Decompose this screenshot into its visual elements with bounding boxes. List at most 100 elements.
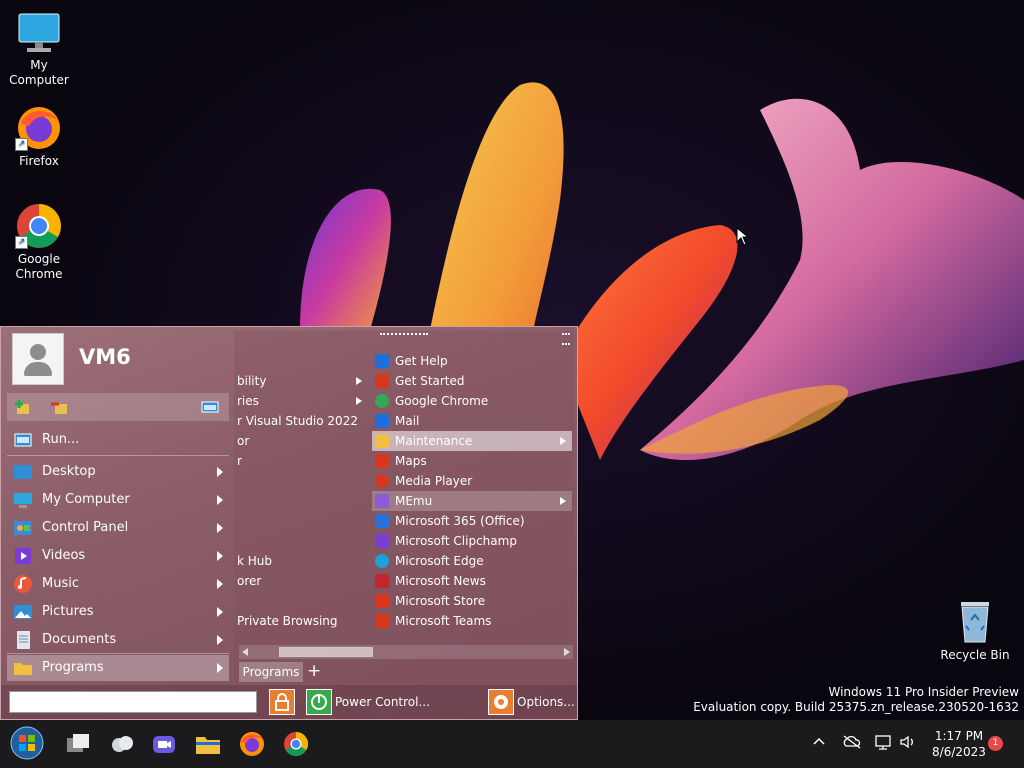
program-item-mail[interactable]: Mail bbox=[375, 411, 573, 431]
cloud-offline-icon[interactable] bbox=[842, 734, 862, 753]
program-item-maintenance[interactable]: Maintenance bbox=[372, 431, 572, 451]
program-item[interactable]: Private Browsing bbox=[234, 611, 362, 631]
avatar[interactable] bbox=[12, 333, 64, 385]
add-tab-icon[interactable]: + bbox=[307, 661, 321, 681]
menu-item-documents[interactable]: Documents bbox=[7, 627, 229, 653]
menu-item-pictures[interactable]: Pictures bbox=[7, 599, 229, 625]
folder-icon bbox=[13, 658, 33, 678]
remove-item-icon[interactable] bbox=[51, 398, 69, 416]
program-item[interactable]: r Visual Studio 2022 bbox=[234, 411, 362, 431]
horizontal-scrollbar[interactable] bbox=[239, 645, 573, 659]
network-icon[interactable] bbox=[874, 734, 892, 753]
scroll-left-icon[interactable] bbox=[242, 648, 248, 656]
videos-icon bbox=[13, 546, 33, 566]
submenu-arrow-icon bbox=[217, 495, 223, 505]
menu-item-music[interactable]: Music bbox=[7, 571, 229, 597]
weather-icon[interactable] bbox=[108, 730, 136, 758]
media-player-icon bbox=[375, 474, 389, 488]
submenu-arrow-icon bbox=[356, 397, 362, 405]
program-item-news[interactable]: Microsoft News bbox=[375, 571, 573, 591]
program-item-google-chrome[interactable]: Google Chrome bbox=[375, 391, 573, 411]
menu-item-programs[interactable]: Programs bbox=[7, 655, 229, 681]
scroll-right-icon[interactable] bbox=[564, 648, 570, 656]
desktop-icon-label: Firefox bbox=[19, 154, 59, 168]
file-explorer-icon[interactable] bbox=[194, 730, 222, 758]
watermark-line1: Windows 11 Pro Insider Preview bbox=[828, 685, 1019, 699]
music-icon bbox=[13, 574, 33, 594]
power-control-label[interactable]: Power Control... bbox=[335, 695, 430, 709]
task-view-icon[interactable] bbox=[64, 730, 92, 758]
submenu-arrow-icon bbox=[560, 497, 566, 505]
program-item[interactable]: k Hub bbox=[234, 551, 362, 571]
chrome-icon bbox=[375, 394, 389, 408]
submenu-arrow-icon bbox=[217, 663, 223, 673]
firefox-icon[interactable] bbox=[238, 730, 266, 758]
program-item-edge[interactable]: Microsoft Edge bbox=[375, 551, 573, 571]
menu-toolbar bbox=[7, 393, 229, 421]
notification-badge[interactable]: 1 bbox=[988, 736, 1003, 751]
menu-item-desktop[interactable]: Desktop bbox=[7, 459, 229, 485]
menu-divider bbox=[7, 653, 229, 654]
show-hidden-icons-chevron-icon[interactable] bbox=[812, 734, 826, 751]
desktop-icon bbox=[13, 462, 33, 482]
meet-icon[interactable] bbox=[150, 730, 178, 758]
desktop-icon-label: Google Chrome bbox=[15, 252, 63, 281]
program-item-teams[interactable]: Microsoft Teams bbox=[375, 611, 573, 631]
menu-divider bbox=[7, 455, 229, 456]
drag-grip[interactable] bbox=[380, 333, 428, 337]
desktop-icon-label: My Computer bbox=[9, 58, 69, 87]
program-item-microsoft-365[interactable]: Microsoft 365 (Office) bbox=[375, 511, 573, 531]
mouse-cursor-icon bbox=[736, 227, 750, 246]
user-name: VM6 bbox=[79, 345, 131, 369]
desktop-icon-firefox[interactable]: ↗ Firefox bbox=[0, 104, 78, 169]
resize-grip[interactable] bbox=[562, 333, 570, 345]
menu-bottom-bar: Power Control... Options... bbox=[1, 685, 577, 719]
scrollbar-thumb[interactable] bbox=[279, 647, 373, 657]
submenu-arrow-icon bbox=[217, 635, 223, 645]
clock[interactable]: 1:17 PM 8/6/2023 bbox=[926, 728, 992, 760]
start-orb-icon[interactable] bbox=[10, 726, 44, 760]
desktop-icon-recycle-bin[interactable]: Recycle Bin bbox=[936, 598, 1014, 663]
desktop-icon-my-computer[interactable]: My Computer bbox=[0, 8, 78, 88]
menu-item-run[interactable]: Run... bbox=[7, 427, 229, 453]
program-item-maps[interactable]: Maps bbox=[375, 451, 573, 471]
program-item-store[interactable]: Microsoft Store bbox=[375, 591, 573, 611]
options-label[interactable]: Options... bbox=[517, 695, 575, 709]
program-item[interactable]: or bbox=[234, 431, 362, 451]
get-help-icon bbox=[375, 354, 389, 368]
programs-pane: bility ries r Visual Studio 2022 or r k … bbox=[234, 331, 574, 683]
program-item-memu[interactable]: MEmu bbox=[372, 491, 572, 511]
menu-item-my-computer[interactable]: My Computer bbox=[7, 487, 229, 513]
maps-icon bbox=[375, 454, 389, 468]
shortcut-arrow-icon: ↗ bbox=[15, 236, 28, 249]
volume-icon[interactable] bbox=[899, 734, 917, 753]
monitor-icon bbox=[13, 490, 33, 510]
options-button[interactable] bbox=[488, 689, 514, 715]
program-item[interactable]: r bbox=[234, 451, 362, 471]
program-item-get-started[interactable]: Get Started bbox=[375, 371, 573, 391]
news-icon bbox=[375, 574, 389, 588]
menu-item-videos[interactable]: Videos bbox=[7, 543, 229, 569]
program-item-get-help[interactable]: Get Help bbox=[375, 351, 573, 371]
office-icon bbox=[375, 514, 389, 528]
chrome-icon[interactable] bbox=[282, 730, 310, 758]
taskbar: 1:17 PM 8/6/2023 1 bbox=[0, 720, 1024, 768]
lock-button[interactable] bbox=[269, 689, 295, 715]
program-item-clipchamp[interactable]: Microsoft Clipchamp bbox=[375, 531, 573, 551]
get-started-icon bbox=[375, 374, 389, 388]
power-control-button[interactable] bbox=[306, 689, 332, 715]
clipchamp-icon bbox=[375, 534, 389, 548]
program-item[interactable]: orer bbox=[234, 571, 362, 591]
pictures-icon bbox=[13, 602, 33, 622]
tab-programs[interactable]: Programs bbox=[239, 662, 303, 682]
window-icon[interactable] bbox=[201, 398, 219, 416]
program-item[interactable]: ries bbox=[234, 391, 362, 411]
menu-item-control-panel[interactable]: Control Panel bbox=[7, 515, 229, 541]
program-item[interactable]: bility bbox=[234, 371, 362, 391]
search-input[interactable] bbox=[9, 691, 257, 713]
add-item-icon[interactable] bbox=[15, 398, 33, 416]
program-item-media-player[interactable]: Media Player bbox=[375, 471, 573, 491]
clock-date: 8/6/2023 bbox=[932, 745, 986, 759]
start-menu: VM6 Run... Desktop My Computer Control P… bbox=[0, 326, 578, 720]
desktop-icon-google-chrome[interactable]: ↗ Google Chrome bbox=[0, 202, 78, 282]
